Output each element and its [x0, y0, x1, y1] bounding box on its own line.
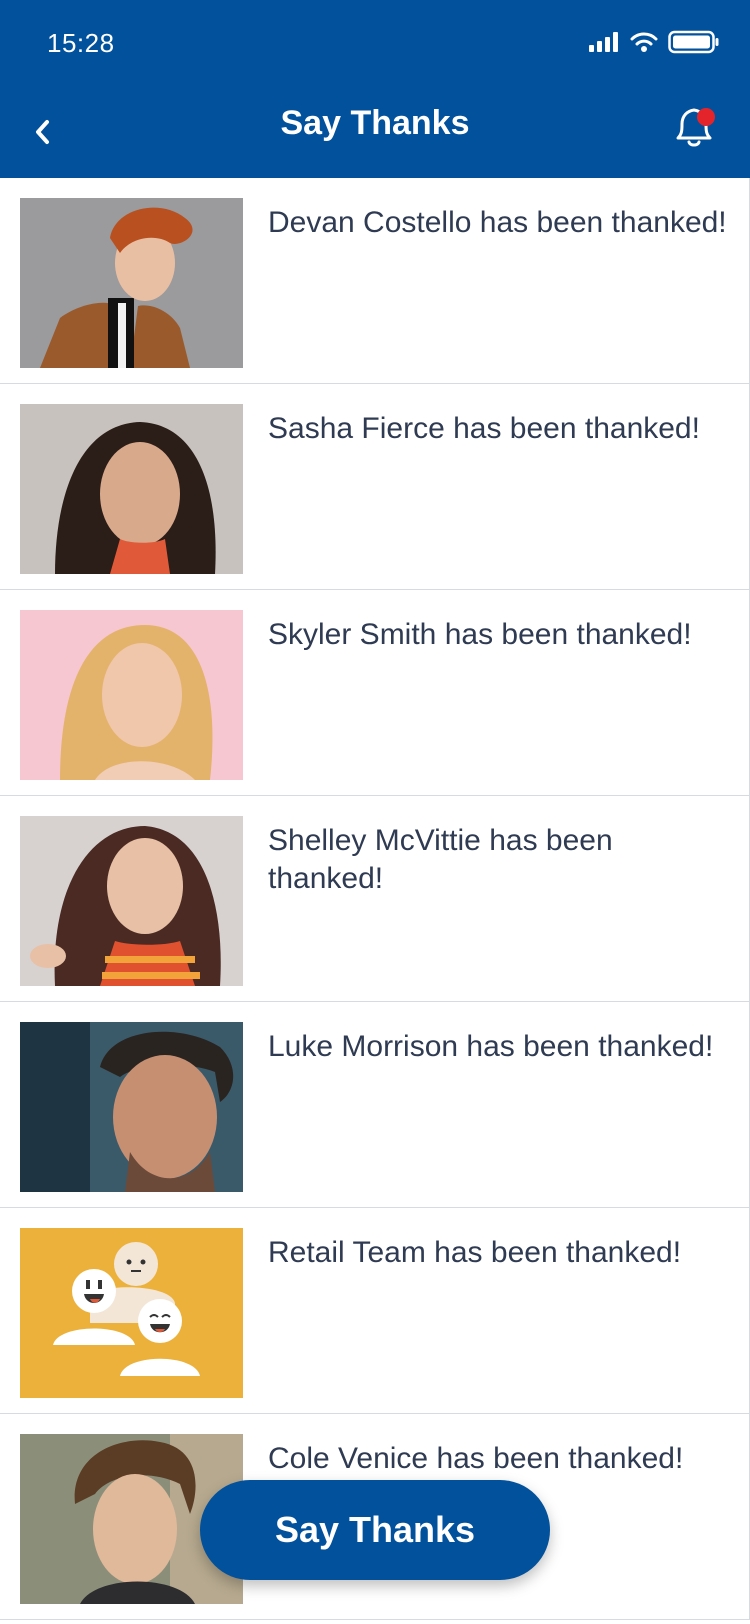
profile-photo: [20, 610, 243, 780]
feed-item[interactable]: Sasha Fierce has been thanked!: [0, 384, 749, 590]
feed-item[interactable]: Devan Costello has been thanked!: [0, 178, 749, 384]
profile-photo: [20, 1022, 243, 1192]
feed-item[interactable]: Luke Morrison has been thanked!: [0, 1002, 749, 1208]
feed-item[interactable]: Skyler Smith has been thanked!: [0, 590, 749, 796]
feed-item-text: Devan Costello has been thanked!: [268, 206, 727, 239]
bell-icon[interactable]: [670, 100, 722, 150]
profile-photo: [20, 404, 243, 574]
notification-dot: [697, 108, 715, 126]
feed-item-text: Retail Team has been thanked!: [268, 1236, 682, 1269]
app-header: 15:28 Say Thanks: [0, 0, 750, 178]
feed-item-text: Cole Venice has been thanked!: [268, 1442, 684, 1475]
profile-photo: [20, 198, 243, 368]
feed-item-text: Luke Morrison has been thanked!: [268, 1030, 714, 1063]
feed-item-text: Sasha Fierce has been thanked!: [268, 412, 700, 445]
feed-item-text: Skyler Smith has been thanked!: [268, 618, 692, 651]
feed-item[interactable]: Retail Team has been thanked!: [0, 1208, 749, 1414]
team-illustration: [20, 1228, 243, 1398]
wifi-icon: [630, 32, 658, 52]
profile-photo: [20, 816, 243, 986]
status-icons: [588, 30, 720, 54]
battery-icon: [668, 30, 719, 54]
status-time: 15:28: [47, 28, 115, 58]
feed-item-text: Shelley McVittie has been thanked!: [268, 824, 613, 895]
feed-item[interactable]: Shelley McVittie has been thanked!: [0, 796, 749, 1002]
say-thanks-button[interactable]: Say Thanks: [200, 1480, 550, 1580]
thanks-feed: Devan Costello has been thanked! Sasha F…: [0, 178, 750, 1620]
page-title: Say Thanks: [280, 104, 470, 142]
cellular-signal-icon: [589, 32, 618, 52]
